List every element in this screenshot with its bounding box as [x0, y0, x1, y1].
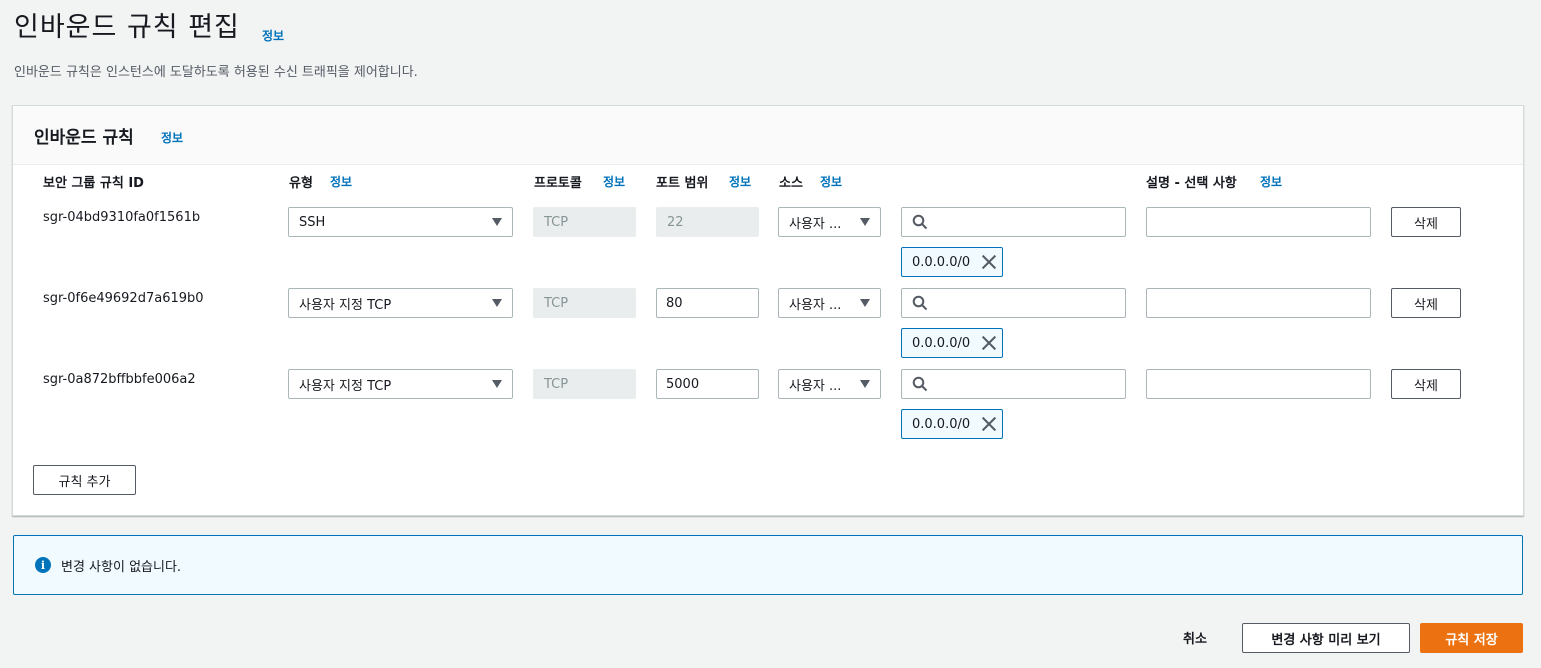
column-header-description: 설명 - 선택 사항 [1146, 176, 1237, 191]
close-icon[interactable] [980, 415, 998, 433]
panel-title: 인바운드 규칙 [34, 128, 134, 148]
source-select-value: 사용자 ... [789, 216, 842, 232]
port-range-field: 22 [656, 207, 759, 237]
column-header-protocol: 프로토콜 [534, 176, 582, 191]
close-icon[interactable] [980, 334, 998, 352]
inbound-rules-panel: 인바운드 규칙 정보 보안 그룹 규칙 ID 유형 정보 프로토콜 정보 포트 … [12, 105, 1524, 516]
caret-down-icon [860, 218, 870, 226]
add-rule-button[interactable]: 규칙 추가 [33, 465, 136, 495]
page-description: 인바운드 규칙은 인스턴스에 도달하도록 허용된 수신 트래픽을 제어합니다. [14, 65, 418, 80]
cidr-token-value: 0.0.0.0/0 [912, 254, 971, 270]
description-input[interactable] [1146, 288, 1371, 318]
column-header-rule-id: 보안 그룹 규칙 ID [43, 176, 144, 191]
column-header-port-range: 포트 범위 [656, 176, 709, 191]
preview-changes-button[interactable]: 변경 사항 미리 보기 [1242, 623, 1410, 653]
rule-id: sgr-0f6e49692d7a619b0 [43, 291, 204, 306]
column-header-description-info-link[interactable]: 정보 [1260, 173, 1282, 190]
cancel-button[interactable]: 취소 [1183, 628, 1207, 647]
source-select[interactable]: 사용자 ... [778, 207, 881, 237]
page-title-info-link[interactable]: 정보 [262, 27, 284, 44]
type-select-value: 사용자 지정 TCP [299, 297, 392, 313]
search-icon [912, 214, 928, 230]
search-icon [912, 295, 928, 311]
delete-button[interactable]: 삭제 [1391, 207, 1461, 237]
caret-down-icon [860, 299, 870, 307]
source-select[interactable]: 사용자 ... [778, 369, 881, 399]
caret-down-icon [860, 380, 870, 388]
source-select-value: 사용자 ... [789, 378, 842, 394]
delete-button[interactable]: 삭제 [1391, 369, 1461, 399]
column-header-type-info-link[interactable]: 정보 [330, 173, 352, 190]
cidr-token: 0.0.0.0/0 [901, 409, 1003, 439]
page-title: 인바운드 규칙 편집 [14, 12, 240, 43]
protocol-field: TCP [533, 207, 636, 237]
column-header-source-info-link[interactable]: 정보 [820, 173, 842, 190]
port-range-input[interactable]: 5000 [656, 369, 759, 399]
caret-down-icon [492, 380, 502, 388]
info-icon: i [35, 557, 51, 573]
type-select[interactable]: 사용자 지정 TCP [288, 288, 513, 318]
description-input[interactable] [1146, 369, 1371, 399]
type-select[interactable]: 사용자 지정 TCP [288, 369, 513, 399]
rule-id: sgr-04bd9310fa0f1561b [43, 210, 201, 225]
caret-down-icon [492, 299, 502, 307]
source-select-value: 사용자 ... [789, 297, 842, 313]
port-range-input[interactable]: 80 [656, 288, 759, 318]
caret-down-icon [492, 218, 502, 226]
column-header-type: 유형 [289, 176, 313, 191]
rule-id: sgr-0a872bffbbfe006a2 [43, 372, 196, 387]
source-select[interactable]: 사용자 ... [778, 288, 881, 318]
type-select-value: SSH [299, 214, 326, 230]
protocol-field: TCP [533, 369, 636, 399]
type-select-value: 사용자 지정 TCP [299, 378, 392, 394]
column-header-port-range-info-link[interactable]: 정보 [729, 173, 751, 190]
type-select[interactable]: SSH [288, 207, 513, 237]
cidr-token-value: 0.0.0.0/0 [912, 416, 971, 432]
column-header-protocol-info-link[interactable]: 정보 [603, 173, 625, 190]
panel-header: 인바운드 규칙 정보 [13, 106, 1523, 165]
source-search-input[interactable] [901, 369, 1126, 399]
close-icon[interactable] [980, 253, 998, 271]
description-input[interactable] [1146, 207, 1371, 237]
no-changes-alert: i 변경 사항이 없습니다. [13, 535, 1523, 595]
search-icon [912, 376, 928, 392]
source-search-input[interactable] [901, 207, 1126, 237]
alert-text: 변경 사항이 없습니다. [61, 560, 182, 575]
panel-title-info-link[interactable]: 정보 [161, 129, 183, 146]
delete-button[interactable]: 삭제 [1391, 288, 1461, 318]
cidr-token: 0.0.0.0/0 [901, 247, 1003, 277]
protocol-field: TCP [533, 288, 636, 318]
column-header-source: 소스 [779, 176, 803, 191]
cidr-token: 0.0.0.0/0 [901, 328, 1003, 358]
save-rules-button[interactable]: 규칙 저장 [1420, 623, 1523, 653]
source-search-input[interactable] [901, 288, 1126, 318]
cidr-token-value: 0.0.0.0/0 [912, 335, 971, 351]
